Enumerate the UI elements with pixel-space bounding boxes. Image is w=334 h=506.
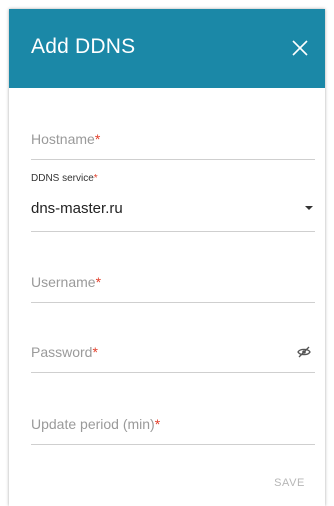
password-underline bbox=[31, 372, 315, 373]
close-icon[interactable] bbox=[287, 35, 313, 61]
dialog-title: Add DDNS bbox=[31, 35, 136, 58]
hostname-placeholder: Hostname* bbox=[31, 131, 101, 147]
hostname-field[interactable]: Hostname* bbox=[31, 121, 315, 161]
username-field[interactable]: Username* bbox=[31, 264, 315, 304]
update-period-field[interactable]: Update period (min)* bbox=[31, 406, 315, 446]
username-underline bbox=[31, 302, 315, 303]
dialog-header: Add DDNS bbox=[9, 9, 325, 88]
update-period-underline bbox=[31, 444, 315, 445]
ddns-service-label: DDNS service* bbox=[31, 173, 98, 184]
password-field[interactable]: Password* bbox=[31, 334, 315, 374]
ddns-service-underline bbox=[31, 231, 315, 232]
username-placeholder: Username* bbox=[31, 274, 102, 290]
caret-down-icon[interactable] bbox=[305, 206, 313, 210]
update-period-placeholder: Update period (min)* bbox=[31, 416, 161, 432]
ddns-service-value: dns-master.ru bbox=[31, 200, 123, 217]
ddns-service-select[interactable]: DDNS service* dns-master.ru bbox=[31, 172, 315, 232]
password-placeholder: Password* bbox=[31, 344, 98, 360]
save-button[interactable]: SAVE bbox=[274, 477, 305, 489]
eye-off-icon[interactable] bbox=[297, 345, 311, 359]
add-ddns-dialog: Add DDNS Hostname* DDNS service* dns-mas… bbox=[9, 9, 325, 506]
hostname-underline bbox=[31, 159, 315, 160]
